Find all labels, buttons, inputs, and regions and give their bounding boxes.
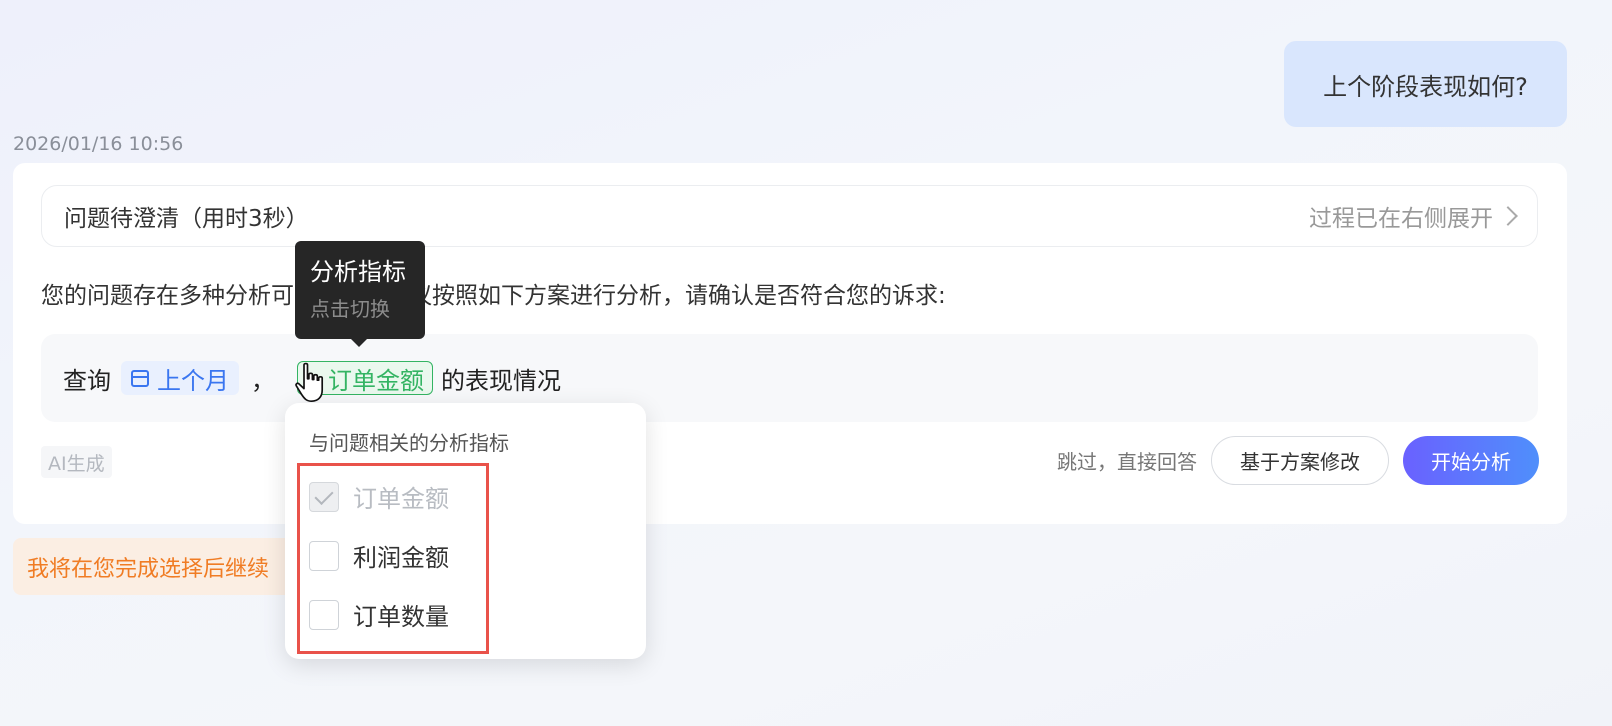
modify-plan-button[interactable]: 基于方案修改 <box>1211 436 1389 485</box>
date-chip[interactable]: 上个月 <box>121 361 239 395</box>
waiting-notice: 我将在您完成选择后继续 <box>13 538 313 595</box>
metric-option[interactable]: 订单数量 <box>309 597 449 632</box>
clarify-status-bar[interactable]: 问题待澄清（用时3秒） 过程已在右侧展开 <box>41 185 1538 247</box>
checkbox[interactable] <box>309 540 339 571</box>
query-prefix: 查询 <box>63 366 111 395</box>
intro-text: 您的问题存在多种分析可能性，我建议按照如下方案进行分析，请确认是否符合您的诉求: <box>41 283 946 309</box>
status-title: 问题待澄清（用时3秒） <box>64 206 309 232</box>
metric-chip-label: 订单金额 <box>328 366 424 395</box>
clarification-card: 问题待澄清（用时3秒） 过程已在右侧展开 您的问题存在多种分析可能性，我建议按照… <box>13 163 1567 524</box>
option-label: 订单金额 <box>353 485 449 513</box>
process-link[interactable]: 过程已在右侧展开 <box>1309 199 1518 233</box>
user-message-bubble: 上个阶段表现如何? <box>1284 41 1567 127</box>
date-chip-label: 上个月 <box>157 366 229 395</box>
calendar-icon <box>131 369 149 387</box>
checkbox[interactable] <box>309 599 339 630</box>
skip-link[interactable]: 跳过，直接回答 <box>1057 446 1197 475</box>
metric-dropdown: 与问题相关的分析指标 订单金额 利润金额 订单数量 <box>285 403 646 659</box>
metric-tooltip: 分析指标 点击切换 <box>295 241 425 347</box>
query-suffix: 的表现情况 <box>441 366 561 395</box>
metric-option[interactable]: 订单金额 <box>309 479 449 514</box>
dropdown-title: 与问题相关的分析指标 <box>309 431 509 455</box>
option-label: 订单数量 <box>353 603 449 631</box>
query-plan: 查询 上个月 ， 订单金额 的表现情况 <box>41 334 1538 422</box>
chevron-right-icon <box>1498 206 1518 226</box>
start-analysis-button[interactable]: 开始分析 <box>1403 436 1539 485</box>
hand-cursor-icon <box>295 362 324 403</box>
action-bar: 跳过，直接回答 基于方案修改 开始分析 <box>1057 436 1539 485</box>
ai-generated-badge: AI生成 <box>41 446 112 478</box>
metric-option[interactable]: 利润金额 <box>309 538 449 573</box>
user-message-text: 上个阶段表现如何? <box>1323 72 1528 101</box>
tooltip-subtitle: 点击切换 <box>310 297 390 321</box>
process-link-label: 过程已在右侧展开 <box>1309 206 1493 232</box>
query-separator: ， <box>251 366 275 395</box>
tooltip-title: 分析指标 <box>310 258 406 286</box>
message-timestamp: 2026/01/16 10:56 <box>13 133 184 155</box>
option-label: 利润金额 <box>353 544 449 572</box>
checkbox-checked[interactable] <box>309 481 339 512</box>
